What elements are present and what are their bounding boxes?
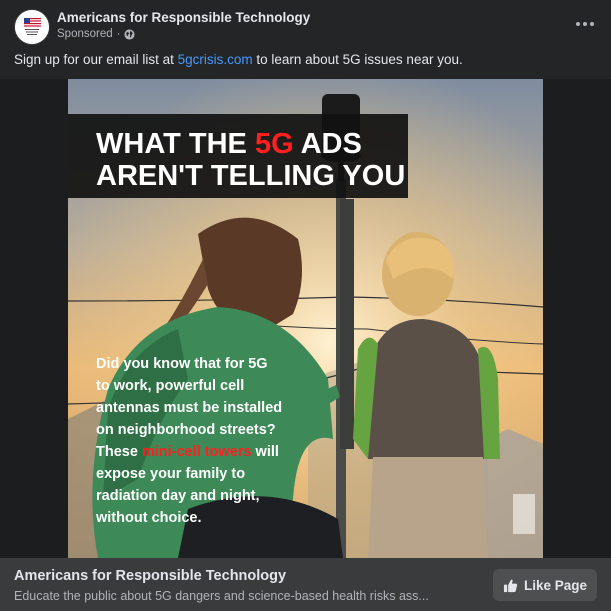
page-name[interactable]: Americans for Responsible Technology: [57, 10, 310, 25]
message-text-before: Sign up for our email list at: [14, 52, 178, 67]
globe-icon: [124, 28, 136, 40]
post-meta: Sponsored ·: [57, 28, 136, 40]
more-dot: [583, 22, 587, 26]
post-message: Sign up for our email list at 5gcrisis.c…: [14, 52, 463, 67]
like-page-button[interactable]: Like Page: [493, 569, 597, 601]
like-page-label: Like Page: [523, 577, 588, 593]
ad-body-line: on neighborhood streets?: [96, 422, 276, 438]
ad-body-line: to work, powerful cell: [96, 378, 244, 394]
more-dot: [590, 22, 594, 26]
message-link[interactable]: 5gcrisis.com: [178, 52, 253, 67]
flag-logo-icon: [15, 10, 49, 44]
ad-image[interactable]: WHAT THE 5G ADS AREN'T TELLING YOU Did y…: [68, 79, 543, 558]
headline-line1: WHAT THE 5G ADS: [96, 128, 362, 160]
sponsored-label[interactable]: Sponsored: [57, 28, 113, 40]
ad-body-line: radiation day and night,: [96, 488, 260, 504]
headline-line2: AREN'T TELLING YOU: [96, 160, 405, 192]
ad-body-line: Did you know that for 5G: [96, 356, 268, 372]
ad-body-line: expose your family to: [96, 466, 245, 482]
message-text-after: to learn about 5G issues near you.: [252, 52, 463, 67]
footer-title[interactable]: Americans for Responsible Technology: [14, 568, 286, 584]
ad-illustration: WHAT THE 5G ADS AREN'T TELLING YOU Did y…: [68, 79, 543, 558]
more-dot: [576, 22, 580, 26]
page-avatar[interactable]: [14, 9, 50, 45]
ad-body-line: These mini-cell towers will: [96, 444, 279, 460]
thumbs-up-icon: [503, 579, 518, 592]
post-header: Americans for Responsible Technology Spo…: [0, 0, 611, 50]
meta-separator: ·: [116, 28, 121, 40]
more-options-button[interactable]: [573, 14, 597, 34]
ad-body-line: antennas must be installed: [96, 400, 282, 416]
footer-description: Educate the public about 5G dangers and …: [14, 589, 429, 603]
ad-body-line: without choice.: [95, 510, 202, 526]
ad-footer: Americans for Responsible Technology Edu…: [0, 558, 611, 611]
